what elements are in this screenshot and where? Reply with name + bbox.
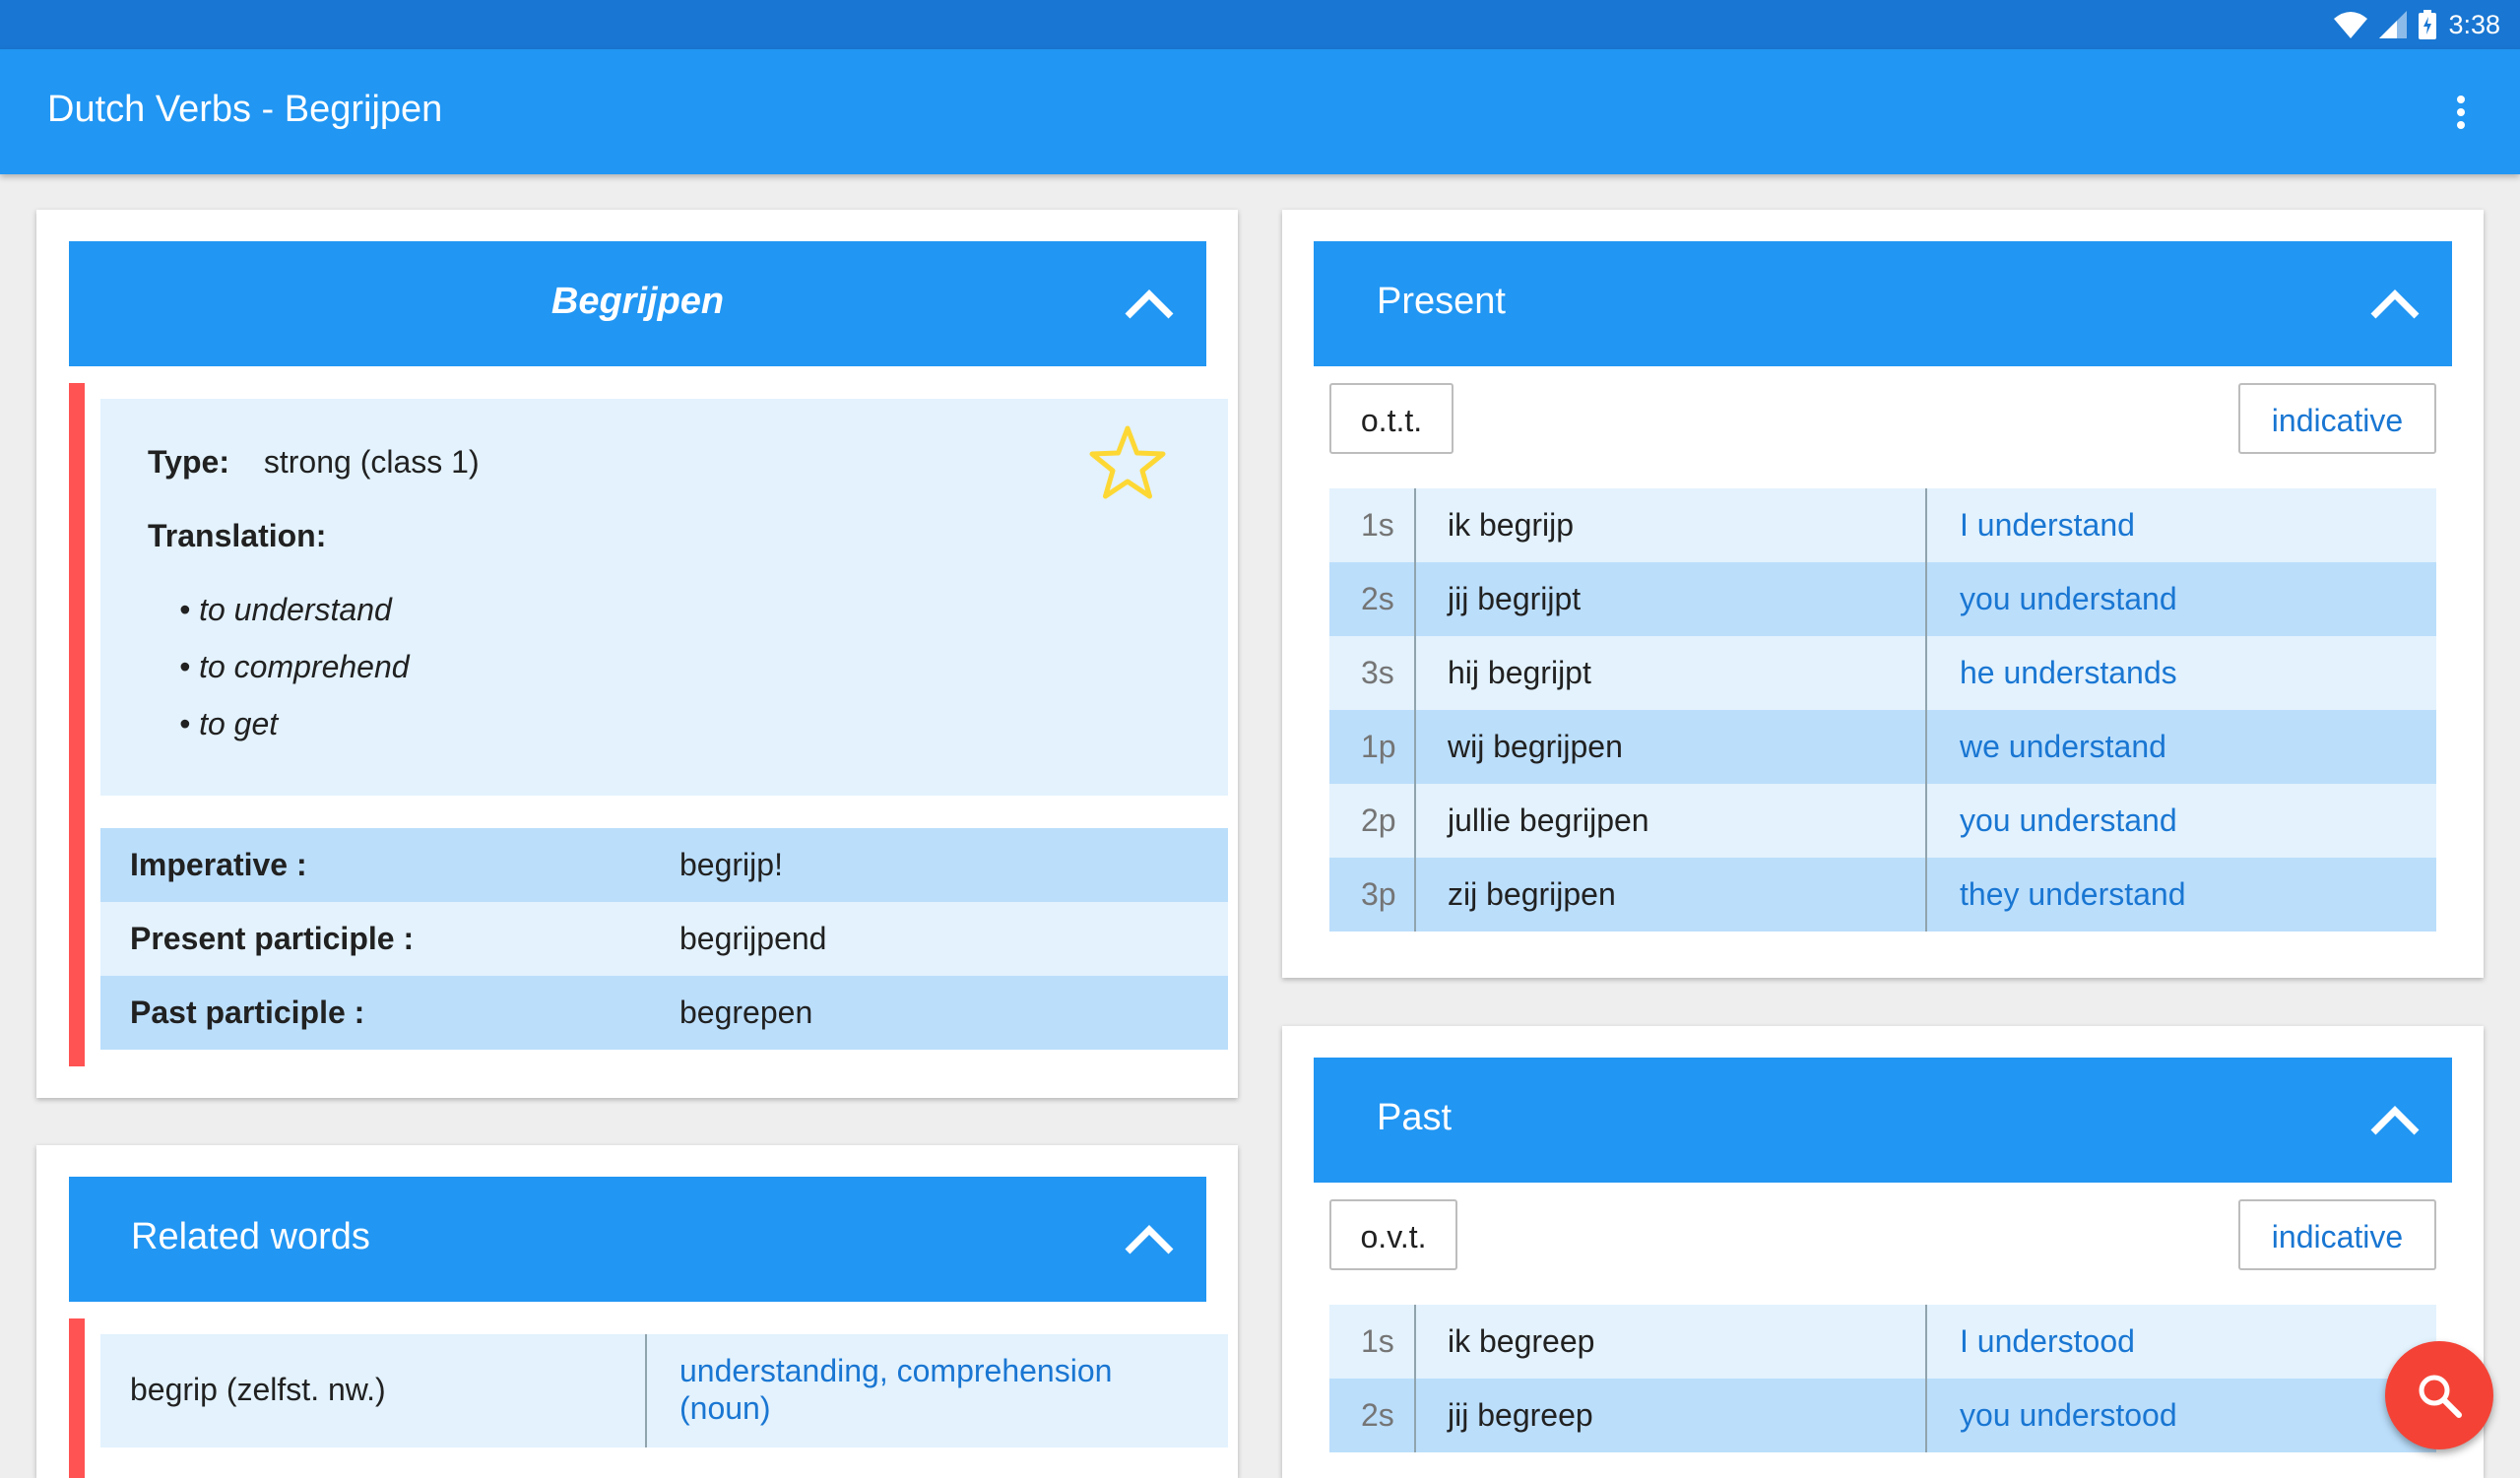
translation-item: • to comprehend: [179, 649, 410, 684]
app-bar: Dutch Verbs - Begrijpen: [0, 49, 2520, 174]
app-title: Dutch Verbs - Begrijpen: [47, 89, 443, 130]
wifi-icon: [2334, 12, 2368, 38]
form-row-past-participle: Past participle : begrepen: [100, 976, 1228, 1050]
divider: [645, 1334, 647, 1447]
divider: [1925, 1305, 1927, 1379]
related-word: begrip (zelfst. nw.): [130, 1372, 386, 1407]
form-row-present-participle: Present participle : begrijpend: [100, 902, 1228, 976]
more-vert-icon[interactable]: [2441, 93, 2481, 132]
status-bar: 3:38: [0, 0, 2520, 49]
verb-details-box: Type: strong (class 1) Translation: • to…: [100, 399, 1228, 796]
divider: [1925, 562, 1927, 636]
conjugation-row: 2s jij begreep you understood: [1329, 1379, 2436, 1452]
conjugation-row: 1p wij begrijpen we understand: [1329, 710, 2436, 784]
clock: 3:38: [2448, 9, 2500, 39]
divider: [1414, 858, 1416, 932]
divider: [1925, 858, 1927, 932]
search-icon: [2419, 1375, 2462, 1418]
conjugation-row: 1s ik begreep I understood: [1329, 1305, 2436, 1379]
form-row-imperative: Imperative : begrijp!: [100, 828, 1228, 902]
chevron-up-icon[interactable]: [2369, 279, 2421, 330]
type-label: Type:: [148, 444, 229, 480]
divider: [1414, 488, 1416, 562]
divider: [1925, 784, 1927, 858]
related-card-header[interactable]: Related words: [69, 1177, 1206, 1302]
chevron-up-icon[interactable]: [1124, 279, 1175, 330]
divider: [1925, 1379, 1927, 1452]
search-button[interactable]: [2385, 1341, 2493, 1449]
divider: [1414, 1379, 1416, 1452]
related-accent-bar: [69, 1318, 85, 1478]
divider: [1414, 784, 1416, 858]
tense-chip[interactable]: o.v.t.: [1329, 1199, 1457, 1270]
divider: [1925, 710, 1927, 784]
chevron-up-icon[interactable]: [2369, 1095, 2421, 1146]
present-card-title: Present: [1377, 281, 1506, 322]
chevron-up-icon[interactable]: [1124, 1214, 1175, 1265]
divider: [1414, 710, 1416, 784]
verb-card-header[interactable]: Begrijpen: [69, 241, 1206, 366]
conjugation-row: 3p zij begrijpen they understand: [1329, 858, 2436, 932]
present-card-header[interactable]: Present: [1314, 241, 2452, 366]
related-row[interactable]: begrip (zelfst. nw.) understanding, comp…: [100, 1334, 1228, 1447]
translation-item: • to understand: [179, 592, 392, 627]
verb-info-card: Begrijpen Type: strong (class 1) Transla…: [36, 210, 1238, 1098]
translation-label: Translation:: [148, 518, 327, 553]
mood-chip[interactable]: indicative: [2238, 383, 2436, 454]
related-meaning: understanding, comprehension (noun): [679, 1353, 1113, 1426]
tense-chip[interactable]: o.t.t.: [1329, 383, 1454, 454]
conjugation-row: 2s jij begrijpt you understand: [1329, 562, 2436, 636]
signal-icon: [2379, 11, 2408, 38]
conjugation-row: 1s ik begrijp I understand: [1329, 488, 2436, 562]
mood-chip[interactable]: indicative: [2238, 1199, 2436, 1270]
past-card-title: Past: [1377, 1097, 1453, 1138]
related-card-title: Related words: [131, 1216, 370, 1257]
divider: [1414, 636, 1416, 710]
divider: [1414, 562, 1416, 636]
divider: [1925, 636, 1927, 710]
battery-icon: [2419, 10, 2437, 39]
type-value: strong (class 1): [263, 444, 480, 480]
divider: [1414, 1305, 1416, 1379]
translation-item: • to get: [179, 706, 279, 741]
star-outline-icon[interactable]: [1088, 424, 1167, 503]
conjugation-row: 3s hij begrijpt he understands: [1329, 636, 2436, 710]
present-card: Present o.t.t. indicative 1s ik begrijp …: [1282, 210, 2484, 978]
verb-accent-bar: [69, 383, 85, 1066]
type-line: Type: strong (class 1): [148, 444, 480, 481]
past-card: Past o.v.t. indicative 1s ik begreep I u…: [1282, 1026, 2484, 1478]
verb-card-title: Begrijpen: [550, 281, 725, 322]
past-card-header[interactable]: Past: [1314, 1058, 2452, 1183]
conjugation-row: 2p jullie begrijpen you understand: [1329, 784, 2436, 858]
related-words-card: Related words begrip (zelfst. nw.) under…: [36, 1145, 1238, 1478]
divider: [1925, 488, 1927, 562]
